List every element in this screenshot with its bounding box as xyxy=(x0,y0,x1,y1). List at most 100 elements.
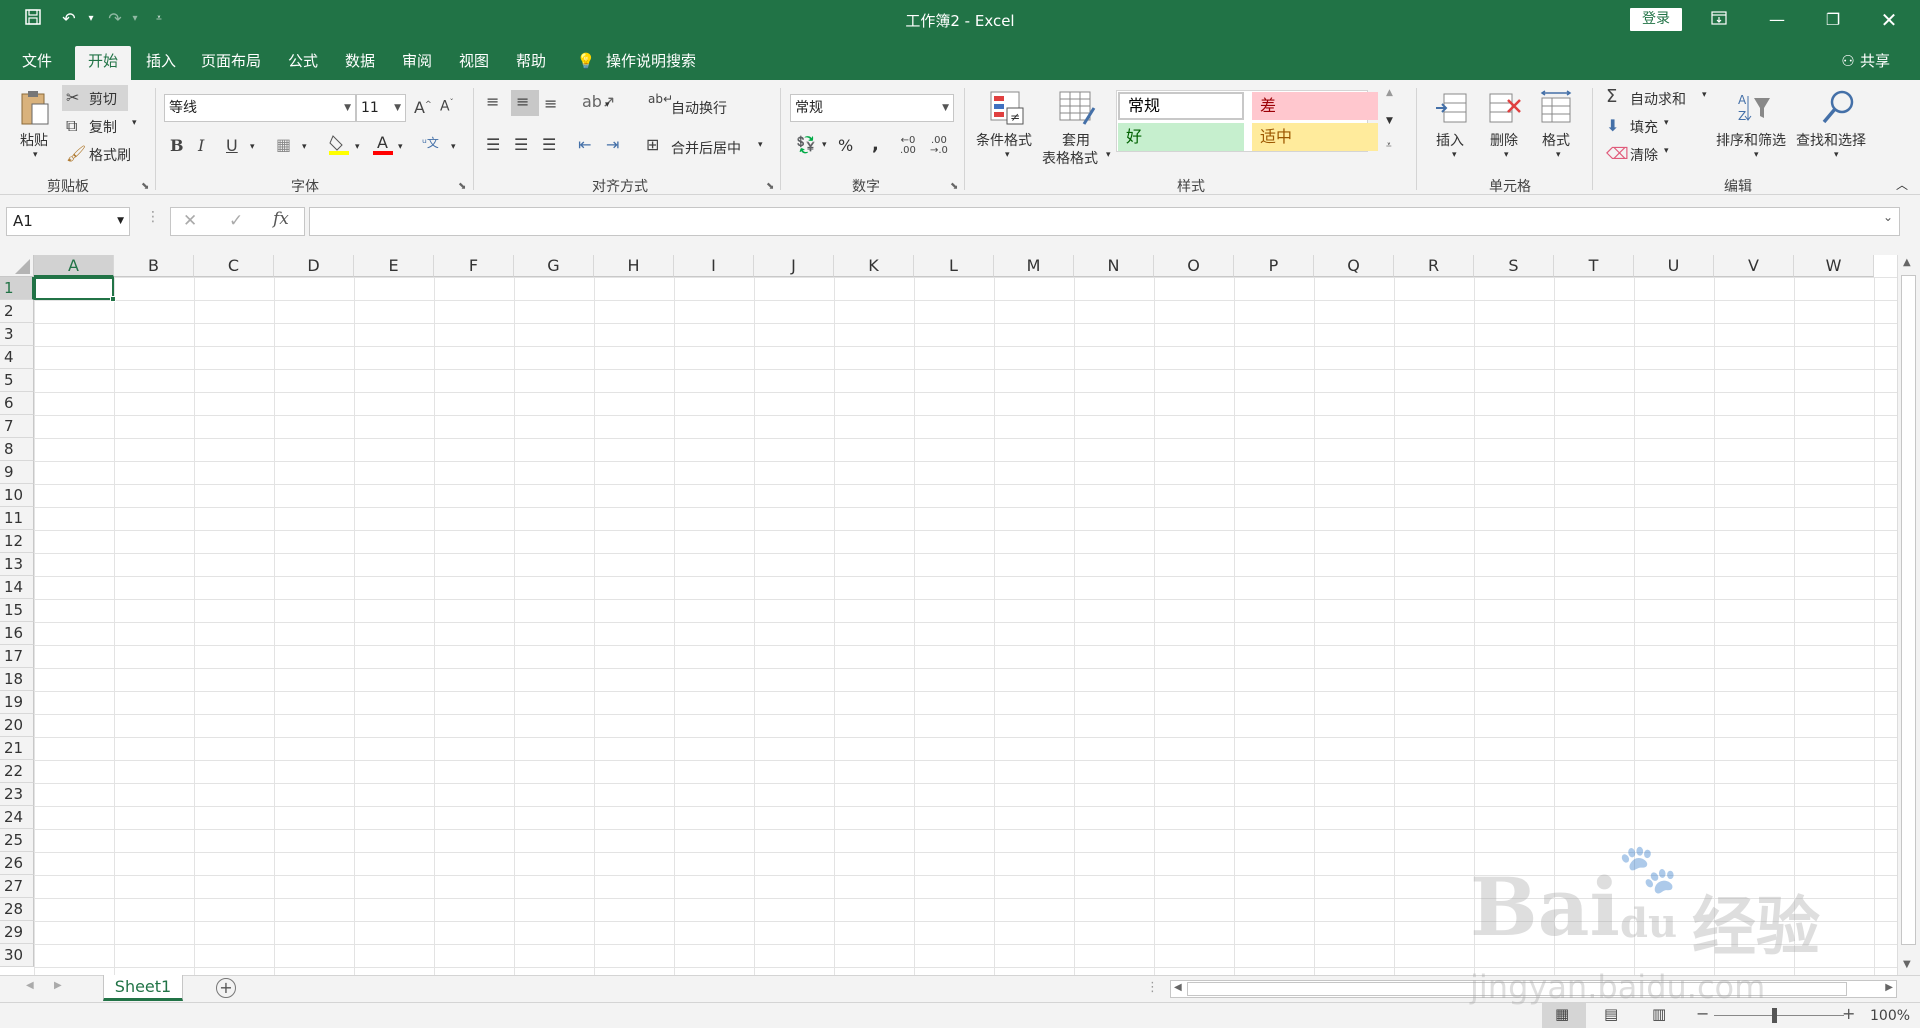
column-header-t[interactable]: T xyxy=(1554,255,1634,277)
delete-cells-icon[interactable] xyxy=(1486,90,1522,126)
restore-icon[interactable]: ❐ xyxy=(1810,4,1856,36)
fill-color-icon[interactable] xyxy=(328,132,350,160)
underline-dropdown-icon[interactable]: ▾ xyxy=(250,142,255,152)
phonetic-icon[interactable]: ᵘ文 xyxy=(422,134,439,151)
fill-button[interactable]: 填充 xyxy=(1630,117,1658,137)
column-header-v[interactable]: V xyxy=(1714,255,1794,277)
row-header-30[interactable]: 30 xyxy=(0,944,34,967)
sort-filter-button[interactable]: 排序和筛选 xyxy=(1716,130,1786,150)
insert-dropdown-icon[interactable]: ▾ xyxy=(1452,150,1457,160)
orientation-dropdown-icon[interactable]: ▾ xyxy=(605,100,610,110)
format-cells-button[interactable]: 格式 xyxy=(1542,130,1570,150)
row-header-5[interactable]: 5 xyxy=(0,369,34,392)
merge-dropdown-icon[interactable]: ▾ xyxy=(758,140,763,150)
select-all-corner[interactable] xyxy=(0,255,34,277)
active-cell[interactable] xyxy=(34,277,116,302)
row-header-27[interactable]: 27 xyxy=(0,875,34,898)
gallery-up-icon[interactable]: ▲ xyxy=(1386,88,1393,98)
autosum-button[interactable]: 自动求和 xyxy=(1630,89,1686,109)
minimize-icon[interactable]: — xyxy=(1754,4,1800,36)
paste-button[interactable]: 粘贴 xyxy=(20,130,48,150)
insert-cells-icon[interactable] xyxy=(1434,90,1470,126)
tab-review[interactable]: 审阅 xyxy=(394,50,440,80)
row-header-16[interactable]: 16 xyxy=(0,622,34,645)
column-header-n[interactable]: N xyxy=(1074,255,1154,277)
conditional-formatting-icon[interactable]: ≠ xyxy=(989,90,1025,126)
align-left-icon[interactable]: ☰ xyxy=(486,135,500,154)
tab-file[interactable]: 文件 xyxy=(14,50,60,80)
column-header-c[interactable]: C xyxy=(194,255,274,277)
scroll-left-icon[interactable]: ◀ xyxy=(1174,982,1182,993)
next-sheet-icon[interactable]: ▶ xyxy=(54,980,62,991)
column-header-w[interactable]: W xyxy=(1794,255,1874,277)
row-header-13[interactable]: 13 xyxy=(0,553,34,576)
close-icon[interactable]: ✕ xyxy=(1866,4,1912,36)
column-header-e[interactable]: E xyxy=(354,255,434,277)
font-launcher-icon[interactable]: ⬊ xyxy=(458,181,466,192)
column-header-o[interactable]: O xyxy=(1154,255,1234,277)
row-header-2[interactable]: 2 xyxy=(0,300,34,323)
merge-center-button[interactable]: 合并后居中 xyxy=(671,138,741,158)
font-color-dropdown-icon[interactable]: ▾ xyxy=(398,142,403,152)
row-header-1[interactable]: 1 xyxy=(0,277,34,300)
column-header-d[interactable]: D xyxy=(274,255,354,277)
style-normal[interactable]: 常规 xyxy=(1118,92,1244,120)
tab-help[interactable]: 帮助 xyxy=(508,50,554,80)
insert-function-icon[interactable]: fx xyxy=(273,209,289,229)
row-header-3[interactable]: 3 xyxy=(0,323,34,346)
clipboard-launcher-icon[interactable]: ⬊ xyxy=(141,181,149,192)
clear-button[interactable]: 清除 xyxy=(1630,145,1658,165)
delete-dropdown-icon[interactable]: ▾ xyxy=(1504,150,1509,160)
column-header-f[interactable]: F xyxy=(434,255,514,277)
copy-button[interactable]: 复制 xyxy=(89,117,117,137)
conditional-formatting-button[interactable]: 条件格式 xyxy=(976,130,1032,150)
clear-dropdown-icon[interactable]: ▾ xyxy=(1664,146,1669,156)
row-header-10[interactable]: 10 xyxy=(0,484,34,507)
row-header-19[interactable]: 19 xyxy=(0,691,34,714)
format-painter-button[interactable]: 格式刷 xyxy=(89,145,131,165)
row-header-22[interactable]: 22 xyxy=(0,760,34,783)
column-header-l[interactable]: L xyxy=(914,255,994,277)
borders-icon[interactable]: ▦ xyxy=(276,135,291,154)
column-header-h[interactable]: H xyxy=(594,255,674,277)
find-select-icon[interactable] xyxy=(1818,88,1858,126)
font-color-icon[interactable]: A xyxy=(372,132,394,160)
login-button[interactable]: 登录 xyxy=(1630,8,1682,31)
tab-formulas[interactable]: 公式 xyxy=(280,50,326,80)
italic-icon[interactable]: I xyxy=(198,136,204,155)
new-sheet-icon[interactable]: + xyxy=(216,978,236,998)
collapse-ribbon-icon[interactable]: ︿ xyxy=(1896,176,1908,193)
column-header-b[interactable]: B xyxy=(114,255,194,277)
align-right-icon[interactable]: ☰ xyxy=(542,135,556,154)
row-header-23[interactable]: 23 xyxy=(0,783,34,806)
row-header-28[interactable]: 28 xyxy=(0,898,34,921)
row-header-9[interactable]: 9 xyxy=(0,461,34,484)
column-header-j[interactable]: J xyxy=(754,255,834,277)
currency-icon[interactable]: 💱 xyxy=(796,135,816,154)
format-cells-icon[interactable] xyxy=(1538,90,1574,126)
column-header-u[interactable]: U xyxy=(1634,255,1714,277)
format-as-table-icon[interactable] xyxy=(1058,90,1096,126)
format-as-table-line2[interactable]: 表格格式 xyxy=(1042,148,1098,168)
find-dropdown-icon[interactable]: ▾ xyxy=(1834,150,1839,160)
bold-icon[interactable]: B xyxy=(170,136,184,155)
conditional-dropdown-icon[interactable]: ▾ xyxy=(1005,150,1010,160)
column-header-m[interactable]: M xyxy=(994,255,1074,277)
copy-dropdown-icon[interactable]: ▾ xyxy=(132,118,137,128)
row-header-21[interactable]: 21 xyxy=(0,737,34,760)
gallery-down-icon[interactable]: ▼ xyxy=(1386,116,1393,126)
increase-font-icon[interactable]: A^ xyxy=(414,98,432,117)
decrease-font-icon[interactable]: Aˇ xyxy=(440,98,454,115)
column-header-s[interactable]: S xyxy=(1474,255,1554,277)
font-size-select[interactable]: 11 ▼ xyxy=(356,94,406,122)
row-header-26[interactable]: 26 xyxy=(0,852,34,875)
tab-view[interactable]: 视图 xyxy=(451,50,497,80)
row-header-20[interactable]: 20 xyxy=(0,714,34,737)
sort-dropdown-icon[interactable]: ▾ xyxy=(1754,150,1759,160)
sheet-tab-sheet1[interactable]: Sheet1 xyxy=(103,975,183,1001)
insert-cells-button[interactable]: 插入 xyxy=(1436,130,1464,150)
autosum-dropdown-icon[interactable]: ▾ xyxy=(1702,90,1707,100)
row-header-29[interactable]: 29 xyxy=(0,921,34,944)
row-header-17[interactable]: 17 xyxy=(0,645,34,668)
share-button[interactable]: 共享 xyxy=(1860,50,1896,80)
